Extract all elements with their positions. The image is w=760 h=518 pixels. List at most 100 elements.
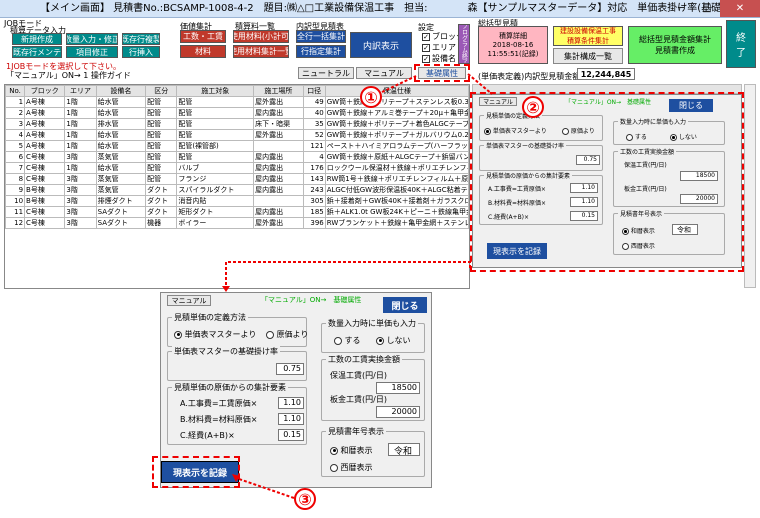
qty-opt2-radio[interactable]: しない: [376, 335, 411, 346]
table-row[interactable]: 8 C号棟 3階 蒸気管 配管 フランジ 屋内露出 143 RW筒1号＋鉄線＋ポリエチレンフィル…: [5, 173, 469, 185]
internal-disp-button[interactable]: 内訳表示: [350, 32, 412, 58]
table-cell[interactable]: C号棟: [24, 173, 66, 185]
table-row[interactable]: 7 C号棟 1階 給水管 配管 バルブ 屋内露出 176 ロックウール保温材＋鉄線＋ポリエチレン…: [5, 162, 469, 174]
table-cell[interactable]: 9: [5, 184, 26, 196]
construction-button[interactable]: 工数・工賃: [180, 30, 226, 43]
table-cell[interactable]: 配管: [145, 140, 178, 152]
table-cell[interactable]: 排煙ダクト: [95, 195, 147, 207]
table-cell[interactable]: 3階: [64, 173, 97, 185]
table-row[interactable]: 4 A号棟 1階 給水管 配管 配管 屋外露出 52 GW筒＋鉄線＋ポリテープ＋ガルバリウム0.…: [5, 129, 469, 141]
table-row[interactable]: 11 C号棟 3階 SAダクト ダクト 矩形ダクト 屋内露出 185 鋲＋ALK1.0t GW板…: [5, 206, 469, 218]
row-disp-calc-button[interactable]: 行指定集計: [296, 45, 346, 58]
table-cell[interactable]: 305: [302, 195, 326, 207]
table-cell[interactable]: ダクト: [145, 195, 178, 207]
table-cell[interactable]: 3階: [64, 151, 97, 163]
table-cell[interactable]: A号棟: [24, 107, 66, 119]
cost-c-input[interactable]: 0.15: [278, 429, 304, 441]
table-cell[interactable]: B号棟: [24, 184, 66, 196]
table-cell[interactable]: 給水管: [95, 129, 147, 141]
table-cell[interactable]: 4: [5, 129, 26, 141]
table-cell[interactable]: C号棟: [24, 162, 66, 174]
table-cell[interactable]: 10: [5, 195, 26, 207]
table-cell[interactable]: 蒸気管: [95, 151, 147, 163]
method-opt1-radio[interactable]: 単価表マスターより: [174, 329, 256, 340]
table-cell[interactable]: 7: [5, 162, 26, 174]
cost-b-input[interactable]: 1.10: [278, 413, 304, 425]
table-cell[interactable]: 屋外露出: [253, 96, 304, 108]
table-cell[interactable]: ダクト: [145, 206, 178, 218]
table-cell[interactable]: 5: [5, 140, 26, 152]
existing-copy-button[interactable]: 既存行複製: [122, 33, 160, 45]
manual-button[interactable]: マニュアル: [356, 67, 412, 79]
table-cell[interactable]: 配管: [176, 151, 255, 163]
estimate-grid[interactable]: No. ブロック エリア 設備名 区分 施工対象 施工場所 口径 保温仕様 1 A号棟 1階 給水管配…: [4, 84, 470, 289]
wage-ita-input[interactable]: 20000: [376, 406, 420, 418]
qty-input-button[interactable]: 数量入力・修正: [66, 33, 118, 45]
table-cell[interactable]: 3: [5, 118, 26, 130]
sum-config-button[interactable]: 集計構成一覧: [553, 48, 623, 64]
table-cell[interactable]: 給水管: [95, 140, 147, 152]
table-cell[interactable]: スパイラルダクト: [176, 184, 255, 196]
grid-scrollbar[interactable]: [744, 84, 756, 288]
table-cell[interactable]: 1階: [64, 96, 97, 108]
table-row[interactable]: 10 B号棟 3階 排煙ダクト ダクト 消音内貼 305 鋲＋接着剤＋GW板40K＋接着剤＋ガ…: [5, 195, 469, 207]
table-row[interactable]: 12 C号棟 3階 SAダクト 機器 ボイラー 屋外露出 396 RWブランケット＋鉄線＋亀甲金…: [5, 217, 469, 229]
table-cell[interactable]: [253, 195, 304, 207]
table-cell[interactable]: ダクト: [145, 184, 178, 196]
table-cell[interactable]: 配管: [145, 96, 178, 108]
table-cell[interactable]: GW筒＋鉄線＋アルミ巻テープ＋20μ＋亀甲金網0.5t: [324, 107, 469, 119]
table-cell[interactable]: SAダクト: [95, 206, 147, 218]
cost-a-input[interactable]: 1.10: [278, 397, 304, 409]
close-button[interactable]: 閉じる: [383, 297, 427, 313]
new-create-button[interactable]: 新規作成: [12, 33, 62, 45]
table-cell[interactable]: 1階: [64, 140, 97, 152]
table-cell[interactable]: 屋内露出: [253, 151, 304, 163]
table-cell[interactable]: 排水管: [95, 118, 147, 130]
table-row[interactable]: 9 B号棟 3階 蒸気管 ダクト スパイラルダクト 屋内露出 243 ALGC付低GW波形保温板…: [5, 184, 469, 196]
table-cell[interactable]: 3階: [64, 195, 97, 207]
table-cell[interactable]: 1階: [64, 118, 97, 130]
table-cell[interactable]: 鋲＋接着剤＋GW板40K＋接着剤＋ガラスクロス＋ピーニ: [324, 195, 469, 207]
table-cell[interactable]: 1: [5, 96, 26, 108]
year-era-input[interactable]: 令和: [388, 443, 420, 457]
table-row[interactable]: 1 A号棟 1階 給水管 配管 配管 屋外露出 49 GW筒＋鉄線＋ポリテープ＋ステンレス板0.…: [5, 96, 469, 108]
table-cell[interactable]: A号棟: [24, 140, 66, 152]
table-cell[interactable]: C号棟: [24, 217, 66, 229]
table-cell[interactable]: 配管(裸管部): [176, 140, 255, 152]
table-cell[interactable]: B号棟: [24, 195, 66, 207]
table-row[interactable]: 2 A号棟 1階 給水管 配管 配管 屋内露出 40 GW筒＋鉄線＋アルミ巻テープ＋20μ＋亀甲…: [5, 107, 469, 119]
table-cell[interactable]: 配管: [176, 96, 255, 108]
table-cell[interactable]: 40: [302, 107, 326, 119]
table-cell[interactable]: A号棟: [24, 96, 66, 108]
table-cell[interactable]: SAダクト: [95, 217, 147, 229]
calc-detail-button[interactable]: 積算詳細 2018-08-16 11:55:51(記録): [478, 26, 548, 64]
table-cell[interactable]: 243: [302, 184, 326, 196]
table-cell[interactable]: 屋内露出: [253, 162, 304, 174]
table-cell[interactable]: ペースト＋ハイミアロラムテープ(ハーフラップ)＋ナイスタックテープ(ペバ): [324, 140, 469, 152]
table-cell[interactable]: GW筒＋鉄線＋ポリテープ＋ステンレス板0.3t: [324, 96, 469, 108]
table-cell[interactable]: C号棟: [24, 151, 66, 163]
table-cell[interactable]: 配管: [145, 162, 178, 174]
table-cell[interactable]: 蒸気管: [95, 173, 147, 185]
table-row[interactable]: 5 A号棟 1階 給水管 配管 配管(裸管部) 121 ペースト＋ハイミアロラムテープ(ハーフ…: [5, 140, 469, 152]
existing-menu-button[interactable]: 既存行メンテ: [12, 46, 62, 58]
table-cell[interactable]: 121: [302, 140, 326, 152]
table-cell[interactable]: 給水管: [95, 107, 147, 119]
table-cell[interactable]: 屋内露出: [253, 206, 304, 218]
table-cell[interactable]: 1階: [64, 107, 97, 119]
program-end-button[interactable]: プログラム終了: [458, 24, 470, 64]
end-button[interactable]: 終 了: [726, 20, 756, 68]
table-cell[interactable]: GW筒＋鉄線＋ポリテープ＋ガルバリウム0.27~0.35t: [324, 129, 469, 141]
table-cell[interactable]: [253, 140, 304, 152]
table-cell[interactable]: 給水管: [95, 162, 147, 174]
table-cell[interactable]: 3階: [64, 206, 97, 218]
table-cell[interactable]: 配管: [145, 173, 178, 185]
table-cell[interactable]: RW筒1号＋鉄線＋ポリエチレンフィルム＋原紙＋アルミガラス: [324, 173, 469, 185]
table-cell[interactable]: 給水管: [95, 96, 147, 108]
table-cell[interactable]: 鋲＋ALK1.0t GW板24K＋ピーニ＋鉄線亀甲金網: [324, 206, 469, 218]
table-cell[interactable]: 床下・暗渠: [253, 118, 304, 130]
table-cell[interactable]: 屋外露出: [253, 217, 304, 229]
table-row[interactable]: 6 C号棟 3階 蒸気管 配管 配管 屋内露出 4 GW筒＋鉄線＋原紙＋ALGCテープ＋鋲留バン…: [5, 151, 469, 163]
table-cell[interactable]: ロックウール保温材＋鉄線＋ポリエチレンフィルム＋アルミ板0.6t: [324, 162, 469, 174]
table-cell[interactable]: A号棟: [24, 118, 66, 130]
